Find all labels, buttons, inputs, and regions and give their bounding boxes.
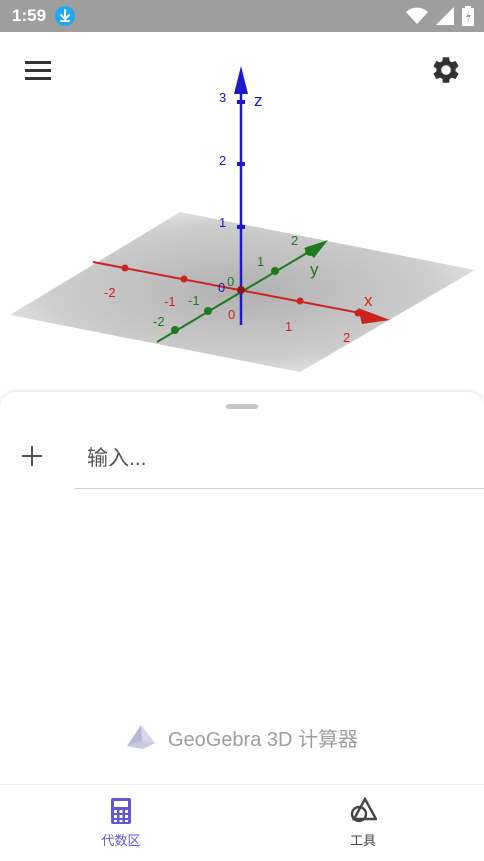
battery-icon [462, 6, 474, 26]
y-tick-neg1 [204, 307, 212, 315]
y-tick-1 [271, 267, 279, 275]
plus-icon [22, 446, 42, 466]
menu-button[interactable] [22, 54, 54, 86]
y-tick-label-1: 1 [257, 254, 264, 269]
app-name: GeoGebra 3D 计算器 [167, 728, 359, 751]
y-tick-label-2: 2 [291, 233, 298, 248]
x-tick-label-1: 1 [285, 319, 292, 334]
tab-tools-label: 工具 [349, 833, 376, 848]
x-tick-label-neg1: -1 [164, 294, 176, 309]
origin-label-y: 0 [227, 274, 234, 289]
branding: GeoGebra 3D 计算器 [0, 722, 484, 752]
wifi-icon [406, 7, 428, 24]
bottom-navigation: 代数区 工具 [0, 784, 484, 861]
calculator-icon [111, 798, 131, 824]
x-tick-neg2 [121, 264, 129, 272]
geometry-tools-icon [350, 797, 377, 823]
z-tick-3 [237, 100, 245, 104]
signal-icon [436, 7, 454, 25]
algebra-input[interactable] [85, 440, 469, 478]
download-icon [55, 6, 75, 26]
tab-algebra[interactable]: 代数区 [0, 785, 242, 861]
origin-point [237, 286, 245, 294]
y-tick-neg2 [171, 326, 179, 334]
z-axis-arrow [234, 66, 248, 94]
origin-label-z: 0 [218, 280, 225, 295]
x-tick-2 [354, 309, 362, 317]
z-tick-label-2: 2 [219, 153, 226, 168]
z-tick-2 [237, 162, 245, 166]
hamburger-menu-icon [25, 61, 51, 80]
z-tick-label-1: 1 [219, 215, 226, 230]
gear-icon [433, 57, 459, 83]
graphics-view-3d[interactable]: 1 2 3 z -2 -1 1 2 x -2 -1 1 2 y 0 0 0 [0, 32, 484, 394]
x-tick-1 [296, 297, 304, 305]
y-tick-label-neg2: -2 [153, 314, 165, 329]
geogebra-pyramid-logo-icon [126, 725, 155, 749]
y-axis-label: y [310, 260, 319, 279]
x-tick-label-2: 2 [343, 330, 350, 345]
x-tick-label-neg2: -2 [104, 285, 116, 300]
z-tick-label-3: 3 [219, 90, 226, 105]
algebra-input-row [75, 432, 484, 489]
3d-scene[interactable]: 1 2 3 z -2 -1 1 2 x -2 -1 1 2 y 0 0 0 [0, 32, 484, 394]
algebra-panel: GeoGebra 3D 计算器 [0, 392, 484, 784]
z-axis-label: z [254, 91, 263, 110]
tab-tools[interactable]: 工具 [242, 785, 484, 861]
x-axis-label: x [364, 291, 373, 310]
y-tick-2 [305, 246, 315, 256]
status-icons [406, 6, 474, 26]
drag-handle[interactable] [226, 404, 258, 409]
x-tick-neg1 [180, 275, 188, 283]
tab-algebra-label: 代数区 [101, 833, 141, 848]
add-item-button[interactable] [18, 442, 46, 470]
status-time: 1:59 [12, 6, 47, 25]
status-bar: 1:59 [0, 0, 484, 32]
settings-button[interactable] [430, 54, 462, 86]
origin-label-x: 0 [228, 307, 235, 322]
z-tick-1 [237, 225, 245, 229]
y-tick-label-neg1: -1 [188, 293, 200, 308]
